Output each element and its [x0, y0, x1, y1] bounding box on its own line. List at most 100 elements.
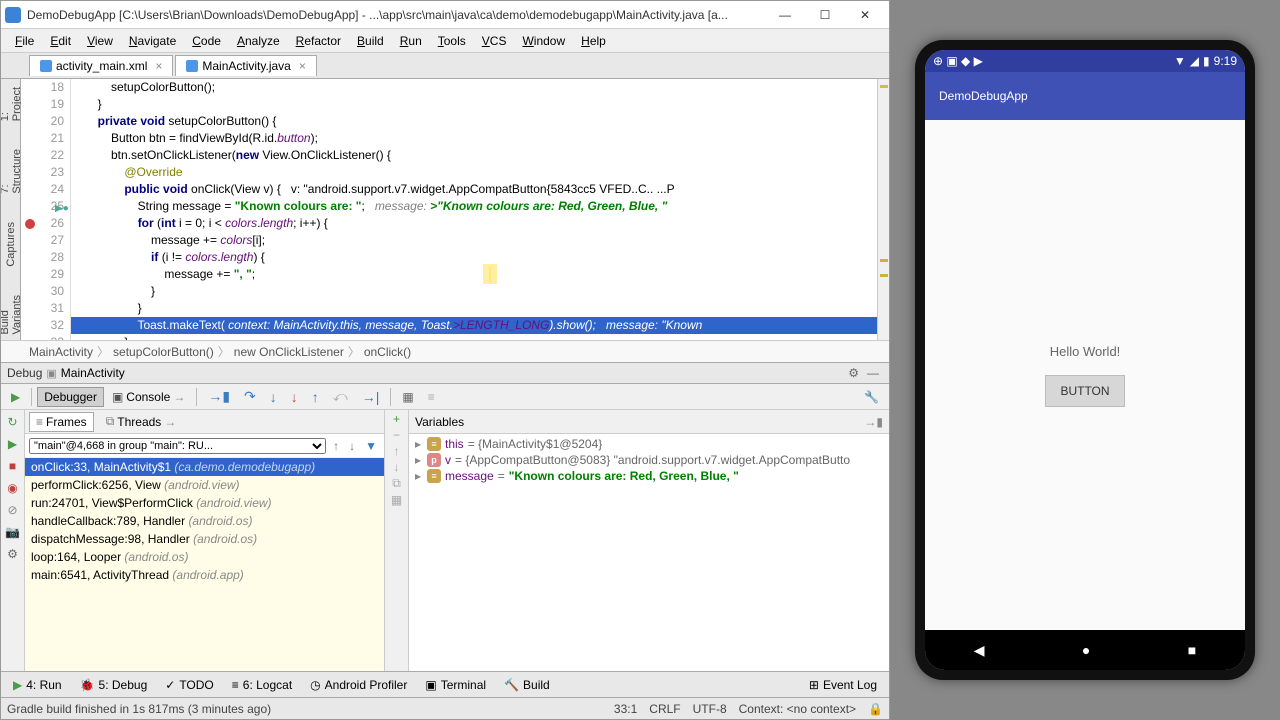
menu-file[interactable]: File: [7, 32, 42, 50]
step-into-button[interactable]: ↓: [264, 387, 283, 407]
frame-down-button[interactable]: ↓: [346, 439, 358, 453]
stack-frame[interactable]: loop:164, Looper (android.os): [25, 548, 384, 566]
force-step-into-button[interactable]: ↓: [285, 387, 304, 407]
breadcrumb-item[interactable]: setupColorButton(): [113, 345, 214, 359]
expand-icon[interactable]: ▸: [413, 469, 423, 483]
profiler-tool-button[interactable]: ◷Android Profiler: [302, 676, 415, 694]
line-number[interactable]: 27: [21, 232, 64, 249]
breakpoint-icon[interactable]: [25, 219, 35, 229]
breadcrumb[interactable]: MainActivity〉setupColorButton()〉new OnCl…: [1, 340, 889, 362]
line-number[interactable]: 26: [21, 215, 64, 232]
line-number[interactable]: 22: [21, 147, 64, 164]
menu-help[interactable]: Help: [573, 32, 614, 50]
line-number[interactable]: 23: [21, 164, 64, 181]
frame-filter-button[interactable]: ▼: [362, 439, 380, 453]
line-number[interactable]: 32: [21, 317, 64, 334]
line-number[interactable]: 31: [21, 300, 64, 317]
encoding[interactable]: UTF-8: [693, 702, 727, 716]
step-out-button[interactable]: ↑: [306, 387, 325, 407]
build-tool-button[interactable]: 🔨Build: [496, 676, 558, 694]
variable-row[interactable]: ▸≡ this = {MainActivity$1@5204}: [413, 436, 885, 452]
back-button[interactable]: ◀: [974, 642, 985, 659]
demo-button[interactable]: BUTTON: [1045, 375, 1124, 407]
home-button[interactable]: ●: [1082, 642, 1090, 658]
run-tool-button[interactable]: ▶4: Run: [5, 676, 70, 694]
line-number[interactable]: 28: [21, 249, 64, 266]
menu-view[interactable]: View: [79, 32, 121, 50]
menu-edit[interactable]: Edit: [42, 32, 79, 50]
view-breakpoints-button[interactable]: ◉: [3, 478, 23, 498]
debug-settings-icon[interactable]: ⚙: [844, 366, 863, 380]
expand-icon[interactable]: ▸: [413, 453, 423, 467]
maximize-button[interactable]: ☐: [805, 3, 845, 27]
settings2-button[interactable]: ⚙: [3, 544, 23, 564]
debug-more-icon[interactable]: 🔧: [858, 388, 885, 406]
stop-button[interactable]: ■: [3, 456, 23, 476]
show-execution-point-button[interactable]: →▮: [202, 386, 236, 407]
tool-tab-captures[interactable]: Captures: [3, 218, 19, 271]
watch-more-button[interactable]: ▦: [391, 493, 402, 507]
todo-tool-button[interactable]: ✓TODO: [157, 676, 222, 694]
menu-vcs[interactable]: VCS: [474, 32, 515, 50]
stack-frame[interactable]: main:6541, ActivityThread (android.app): [25, 566, 384, 584]
line-number[interactable]: 30: [21, 283, 64, 300]
gutter[interactable]: 1819202122232425▶●2627282930313233343536…: [21, 79, 71, 340]
stack-frame[interactable]: dispatchMessage:98, Handler (android.os): [25, 530, 384, 548]
menu-tools[interactable]: Tools: [430, 32, 474, 50]
mute-breakpoints-button[interactable]: ⊘: [3, 500, 23, 520]
terminal-tool-button[interactable]: ▣Terminal: [417, 676, 494, 694]
menu-window[interactable]: Window: [514, 32, 573, 50]
menu-refactor[interactable]: Refactor: [288, 32, 349, 50]
debug-config-name[interactable]: MainActivity: [61, 366, 125, 380]
line-number[interactable]: 18: [21, 79, 64, 96]
breadcrumb-item[interactable]: MainActivity: [29, 345, 93, 359]
recents-button[interactable]: ■: [1188, 642, 1196, 658]
error-stripe[interactable]: [877, 79, 889, 340]
close-icon[interactable]: ×: [299, 59, 306, 73]
close-icon[interactable]: ×: [155, 59, 162, 73]
console-tab[interactable]: ▣Console→: [106, 388, 191, 406]
evaluate-expression-button[interactable]: ▦: [396, 388, 419, 406]
line-separator[interactable]: CRLF: [649, 702, 680, 716]
menu-code[interactable]: Code: [184, 32, 229, 50]
trace-button[interactable]: ≡: [422, 388, 441, 406]
line-number[interactable]: 29: [21, 266, 64, 283]
stack-frame[interactable]: run:24701, View$PerformClick (android.vi…: [25, 494, 384, 512]
frames-tab[interactable]: ≡Frames: [29, 412, 94, 432]
line-number[interactable]: 20: [21, 113, 64, 130]
stack-frame[interactable]: handleCallback:789, Handler (android.os): [25, 512, 384, 530]
code-editor[interactable]: setupColorButton(); } private void setup…: [71, 79, 877, 340]
line-number[interactable]: 25▶●: [21, 198, 64, 215]
line-number[interactable]: 21: [21, 130, 64, 147]
dump-button[interactable]: 📷: [3, 522, 23, 542]
close-button[interactable]: ✕: [845, 3, 885, 27]
stack-frame[interactable]: onClick:33, MainActivity$1 (ca.demo.demo…: [25, 458, 384, 476]
breadcrumb-item[interactable]: new OnClickListener: [234, 345, 344, 359]
remove-watch-button[interactable]: −: [393, 428, 400, 442]
logcat-tool-button[interactable]: ≡6: Logcat: [224, 676, 300, 694]
thread-selector[interactable]: "main"@4,668 in group "main": RU...: [29, 438, 326, 454]
variables-list[interactable]: ▸≡ this = {MainActivity$1@5204}▸p v = {A…: [409, 434, 889, 671]
vars-expand-icon[interactable]: →▮: [864, 415, 883, 429]
copy-watch-button[interactable]: ⧉: [392, 476, 401, 491]
step-over-button[interactable]: ↷: [238, 386, 262, 407]
menu-run[interactable]: Run: [392, 32, 430, 50]
context-label[interactable]: Context: <no context>: [739, 702, 856, 716]
debug-tool-button[interactable]: 🐞5: Debug: [72, 676, 156, 694]
watch-up-button[interactable]: ↑: [394, 444, 400, 458]
minimize-button[interactable]: —: [765, 3, 805, 27]
menu-navigate[interactable]: Navigate: [121, 32, 184, 50]
threads-tab[interactable]: ⧉Threads→: [100, 412, 183, 431]
frames-list[interactable]: onClick:33, MainActivity$1 (ca.demo.demo…: [25, 458, 384, 671]
debug-hide-icon[interactable]: —: [863, 366, 883, 380]
editor-tab-1[interactable]: MainActivity.java×: [175, 55, 317, 76]
editor-tab-0[interactable]: activity_main.xml×: [29, 55, 173, 76]
variable-row[interactable]: ▸≡ message = "Known colours are: Red, Gr…: [413, 468, 885, 484]
new-watch-button[interactable]: +: [393, 412, 400, 426]
line-number[interactable]: 24: [21, 181, 64, 198]
menu-analyze[interactable]: Analyze: [229, 32, 288, 50]
debugger-tab[interactable]: Debugger: [37, 387, 104, 407]
frame-up-button[interactable]: ↑: [330, 439, 342, 453]
lock-icon[interactable]: 🔒: [868, 702, 883, 716]
watch-down-button[interactable]: ↓: [394, 460, 400, 474]
